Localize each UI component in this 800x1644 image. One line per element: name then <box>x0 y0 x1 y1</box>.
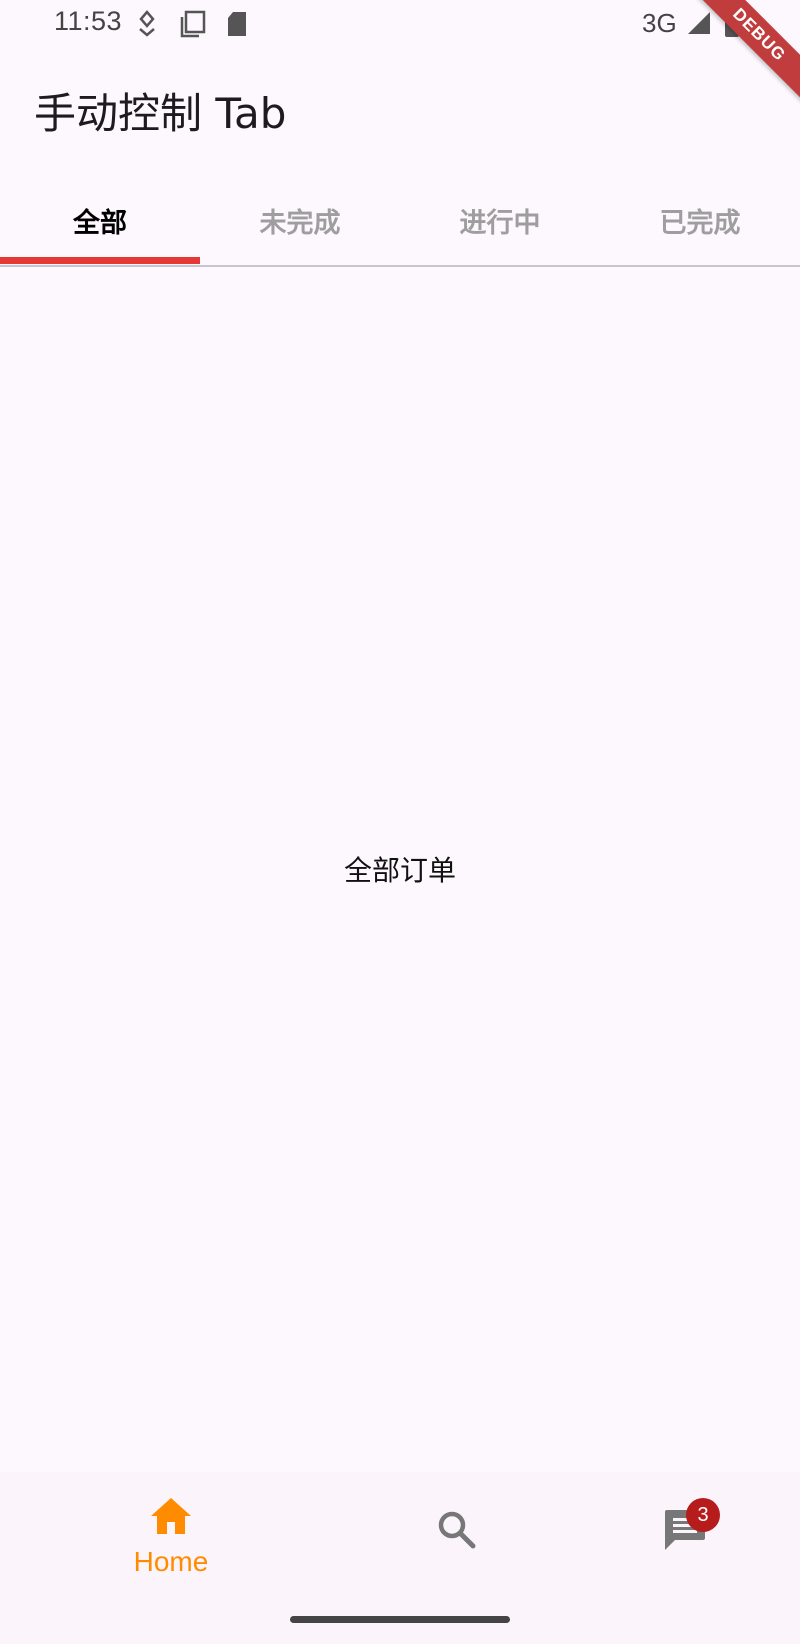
tab-in-progress[interactable]: 进行中 <box>400 175 600 265</box>
tab-indicator <box>0 257 200 264</box>
tab-content: 全部订单 <box>0 266 800 1472</box>
location-icon <box>136 10 158 42</box>
tab-incomplete[interactable]: 未完成 <box>200 175 400 265</box>
home-indicator[interactable] <box>290 1616 510 1623</box>
tab-label: 已完成 <box>659 207 741 239</box>
page-title: 手动控制 Tab <box>34 89 287 138</box>
tab-label: 未完成 <box>259 207 341 239</box>
content-text: 全部订单 <box>343 854 456 887</box>
status-bar: 11:53 3G <box>0 0 800 50</box>
nav-search[interactable] <box>324 1472 590 1602</box>
tab-all[interactable]: 全部 <box>0 175 200 265</box>
tab-bar: 全部 未完成 进行中 已完成 <box>0 175 800 267</box>
search-icon <box>437 1510 477 1554</box>
tab-label: 进行中 <box>459 207 541 239</box>
nav-home[interactable]: Home <box>38 1472 304 1602</box>
status-time: 11:53 <box>54 6 123 36</box>
sd-card-icon <box>226 10 248 42</box>
screenshot-icon <box>180 10 206 42</box>
nav-home-label: Home <box>133 1546 209 1577</box>
nav-messages[interactable] <box>553 1472 800 1602</box>
home-icon <box>149 1496 193 1540</box>
notification-badge: 3 <box>686 1498 720 1532</box>
tab-label: 全部 <box>73 207 127 239</box>
tab-completed[interactable]: 已完成 <box>600 175 800 265</box>
signal-icon <box>686 10 712 40</box>
network-type: 3G <box>642 8 677 38</box>
